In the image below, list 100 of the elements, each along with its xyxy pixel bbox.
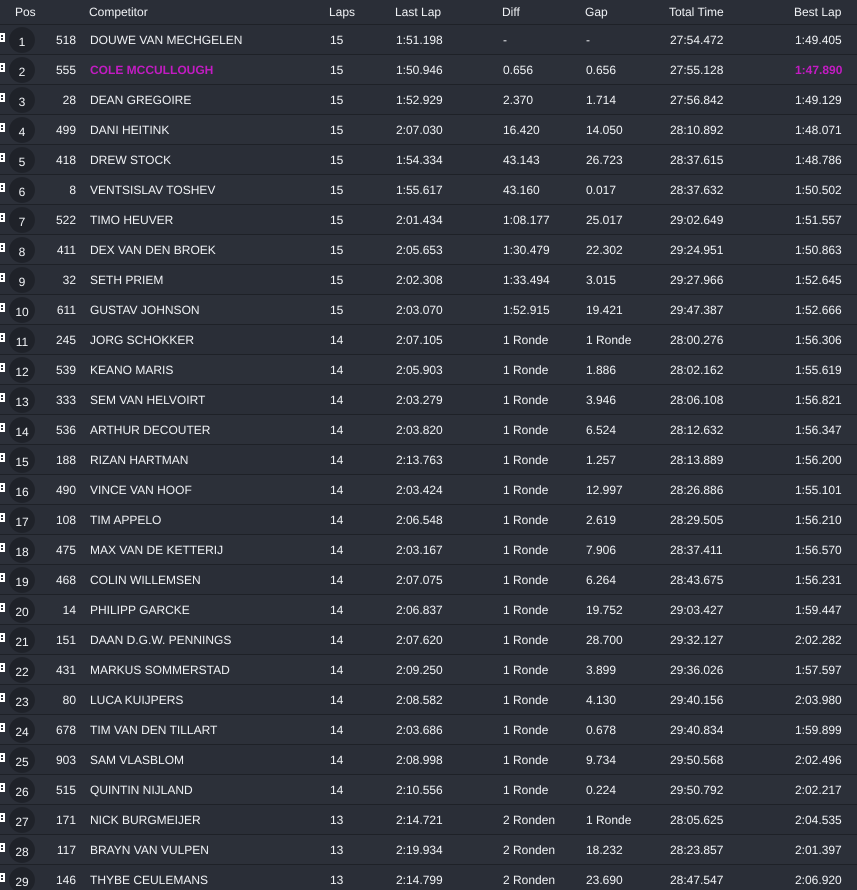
total-time-cell-text: 28:26.886 <box>670 482 724 498</box>
laps-cell-text: 14 <box>330 422 344 438</box>
bib-number: 431 <box>54 662 76 678</box>
diff-cell-text: 1 Ronde <box>503 692 550 708</box>
expand-icon[interactable] <box>0 393 5 402</box>
expand-icon[interactable] <box>0 723 5 732</box>
position-badge: 12 <box>9 356 35 382</box>
expand-icon[interactable] <box>0 753 5 762</box>
total-time-cell-text: 29:32.127 <box>670 632 724 648</box>
best-lap-cell-text: 1:59.899 <box>795 722 842 738</box>
total-time-cell-text: 28:13.889 <box>670 452 724 468</box>
laps-cell-text: 15 <box>330 302 344 318</box>
expand-icon[interactable] <box>0 63 5 72</box>
position-badge: 9 <box>9 266 35 292</box>
last-lap-cell-text: 2:14.721 <box>396 812 444 828</box>
last-lap-cell-text: 2:13.763 <box>396 452 444 468</box>
expand-icon[interactable] <box>0 453 5 462</box>
competitor-name: TIM VAN DEN TILLART <box>90 722 218 738</box>
best-lap-cell-text: 1:55.101 <box>795 482 842 498</box>
expand-icon[interactable] <box>0 603 5 612</box>
bib-number: 108 <box>54 512 76 528</box>
total-time-cell-text: 28:37.615 <box>670 152 724 168</box>
position-badge: 22 <box>9 656 35 682</box>
gap-cell-text: 19.421 <box>586 302 624 318</box>
last-lap-cell-text: 1:51.198 <box>396 32 444 48</box>
expand-icon[interactable] <box>0 363 5 372</box>
gap-cell-text: 1 Ronde <box>586 812 632 828</box>
bib-number: 171 <box>54 812 76 828</box>
column-header[interactable]: Best Lap <box>794 3 857 21</box>
column-header[interactable]: Diff <box>502 3 585 21</box>
expand-icon[interactable] <box>0 873 5 882</box>
column-header[interactable]: Laps <box>329 3 395 21</box>
expand-icon[interactable] <box>0 813 5 822</box>
diff-cell-text: 43.160 <box>503 182 541 198</box>
expand-icon[interactable] <box>0 843 5 852</box>
expand-icon[interactable] <box>0 243 5 252</box>
expand-icon[interactable] <box>0 573 5 582</box>
column-header[interactable]: Gap <box>585 3 669 21</box>
last-lap-cell-text: 2:03.070 <box>396 302 444 318</box>
expand-icon[interactable] <box>0 693 5 702</box>
expand-icon[interactable] <box>0 33 5 42</box>
bib-number: 490 <box>54 482 76 498</box>
best-lap-cell-text: 2:03.980 <box>795 692 842 708</box>
position-badge: 18 <box>9 536 35 562</box>
diff-cell-text: 1 Ronde <box>503 362 550 378</box>
diff-cell-text: 1 Ronde <box>503 452 550 468</box>
last-lap-cell-text: 2:07.030 <box>396 122 444 138</box>
competitor-name: MAX VAN DE KETTERIJ <box>90 542 224 558</box>
position-badge: 25 <box>9 746 35 772</box>
bib-number: 146 <box>54 872 76 888</box>
expand-icon[interactable] <box>0 783 5 792</box>
total-time-cell-text: 29:40.834 <box>670 722 724 738</box>
total-time-cell-text: 28:37.411 <box>670 542 724 558</box>
expand-icon[interactable] <box>0 273 5 282</box>
column-header[interactable]: Competitor <box>89 3 329 21</box>
laps-cell-text: 15 <box>330 152 344 168</box>
competitor-name: GUSTAV JOHNSON <box>90 302 201 318</box>
best-lap-cell-text: 2:06.920 <box>795 872 842 888</box>
best-lap-cell-text: 1:59.447 <box>795 602 842 618</box>
column-header[interactable]: Last Lap <box>395 3 502 21</box>
expand-icon[interactable] <box>0 93 5 102</box>
expand-icon[interactable] <box>0 513 5 522</box>
laps-cell-text: 14 <box>330 782 344 798</box>
gap-cell-text: 26.723 <box>586 152 624 168</box>
bib-number: 245 <box>54 332 76 348</box>
position-badge: 4 <box>9 116 35 142</box>
expand-icon[interactable] <box>0 213 5 222</box>
laps-cell-text: 15 <box>330 62 344 78</box>
competitor-name: COLIN WILLEMSEN <box>90 572 202 588</box>
expand-icon[interactable] <box>0 633 5 642</box>
bib-number: 14 <box>62 602 76 618</box>
expand-icon[interactable] <box>0 543 5 552</box>
laps-cell-text: 14 <box>330 752 344 768</box>
bib-number: 32 <box>62 272 76 288</box>
best-lap-cell-text: 1:49.129 <box>795 92 842 108</box>
column-header[interactable]: Pos <box>0 3 89 21</box>
last-lap-cell-text: 2:14.799 <box>396 872 444 888</box>
last-lap-cell-text: 2:05.653 <box>396 242 444 258</box>
column-header[interactable]: Total Time <box>669 3 794 21</box>
gap-cell-text: 1.257 <box>586 452 618 468</box>
gap-cell-text: 3.899 <box>586 662 618 678</box>
expand-icon[interactable] <box>0 153 5 162</box>
expand-icon[interactable] <box>0 423 5 432</box>
expand-icon[interactable] <box>0 483 5 492</box>
competitor-name: THYBE CEULEMANS <box>90 872 210 888</box>
bib-number: 151 <box>54 632 76 648</box>
position-badge: 10 <box>9 296 35 322</box>
position-badge: 2 <box>9 56 35 82</box>
bib-number: 117 <box>56 842 76 858</box>
competitor-name: MARKUS SOMMERSTAD <box>90 662 231 678</box>
expand-icon[interactable] <box>0 183 5 192</box>
gap-cell-text: 9.734 <box>586 752 618 768</box>
best-lap-cell-text: 2:02.282 <box>795 632 842 648</box>
expand-icon[interactable] <box>0 123 5 132</box>
diff-cell-text: 2 Ronden <box>503 872 556 888</box>
expand-icon[interactable] <box>0 333 5 342</box>
expand-icon[interactable] <box>0 663 5 672</box>
total-time-cell-text: 28:47.547 <box>670 872 724 888</box>
total-time-cell-text: 27:56.842 <box>670 92 724 108</box>
expand-icon[interactable] <box>0 303 5 312</box>
